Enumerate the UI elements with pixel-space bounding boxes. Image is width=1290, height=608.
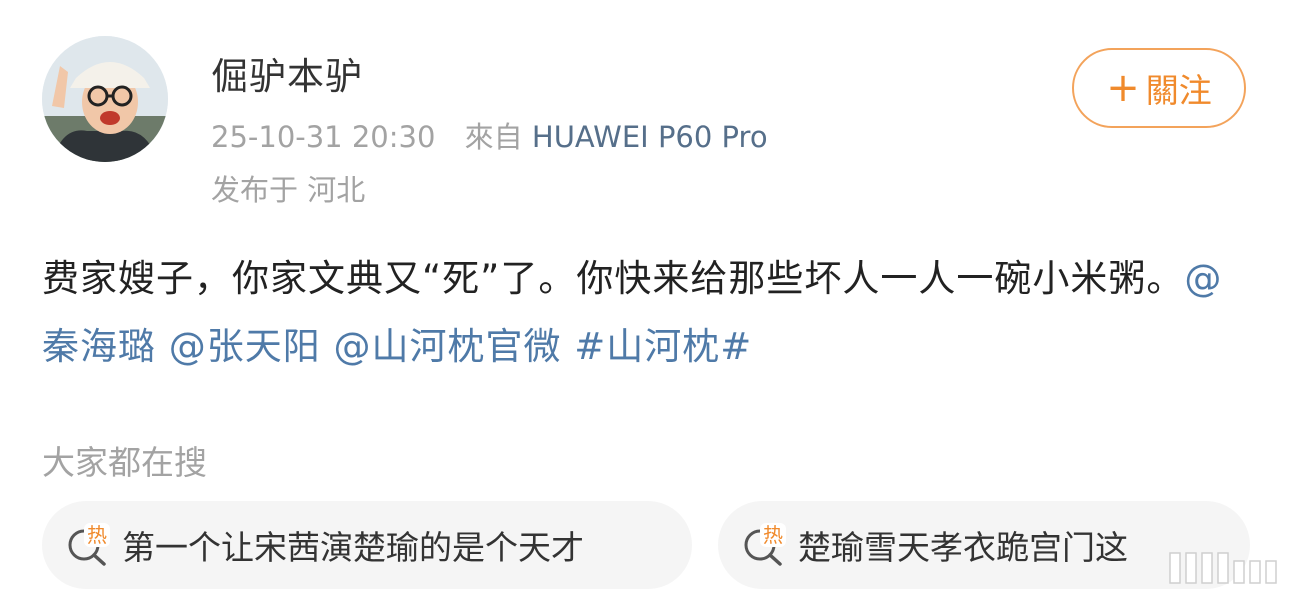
post-location: 发布于 河北 <box>211 173 366 207</box>
mention-link[interactable]: @张天阳 <box>169 325 321 368</box>
avatar-image <box>42 36 168 162</box>
follow-label: 關注 <box>1145 71 1212 110</box>
hot-search-text: 第一个让宋茜演楚瑜的是个天才 <box>122 528 584 567</box>
hot-search-text: 楚瑜雪天孝衣跪宫门这 <box>798 528 1128 567</box>
post-time: 25-10-31 20:30 <box>211 120 436 154</box>
search-section-title: 大家都在搜 <box>42 443 207 482</box>
post-content: 费家嫂子，你家文典又“死”了。你快来给那些坏人一人一碗小米粥。@秦海璐 @张天阳… <box>42 245 1252 381</box>
username[interactable]: 倔驴本驴 <box>211 46 363 100</box>
plus-icon: + <box>1106 65 1140 111</box>
mention-link[interactable]: @山河枕官微 <box>334 325 562 368</box>
watermark-logo <box>1169 552 1277 584</box>
hot-search-icon: 热 <box>68 523 110 566</box>
avatar[interactable] <box>42 36 168 162</box>
device-link[interactable]: HUAWEI P60 Pro <box>532 120 768 154</box>
post-meta: 25-10-31 20:30 來自 HUAWEI P60 Pro <box>211 114 768 156</box>
follow-button[interactable]: + 關注 <box>1072 48 1246 128</box>
hot-search-chip[interactable]: 热 第一个让宋茜演楚瑜的是个天才 <box>42 501 692 589</box>
post-text: 费家嫂子，你家文典又“死”了。你快来给那些坏人一人一碗小米粥。 <box>42 257 1185 300</box>
source-prefix: 來自 <box>464 120 523 154</box>
hot-label: 热 <box>87 523 107 547</box>
hashtag-link[interactable]: #山河枕# <box>574 325 752 368</box>
hot-label: 热 <box>763 523 783 547</box>
hot-search-icon: 热 <box>744 523 786 566</box>
